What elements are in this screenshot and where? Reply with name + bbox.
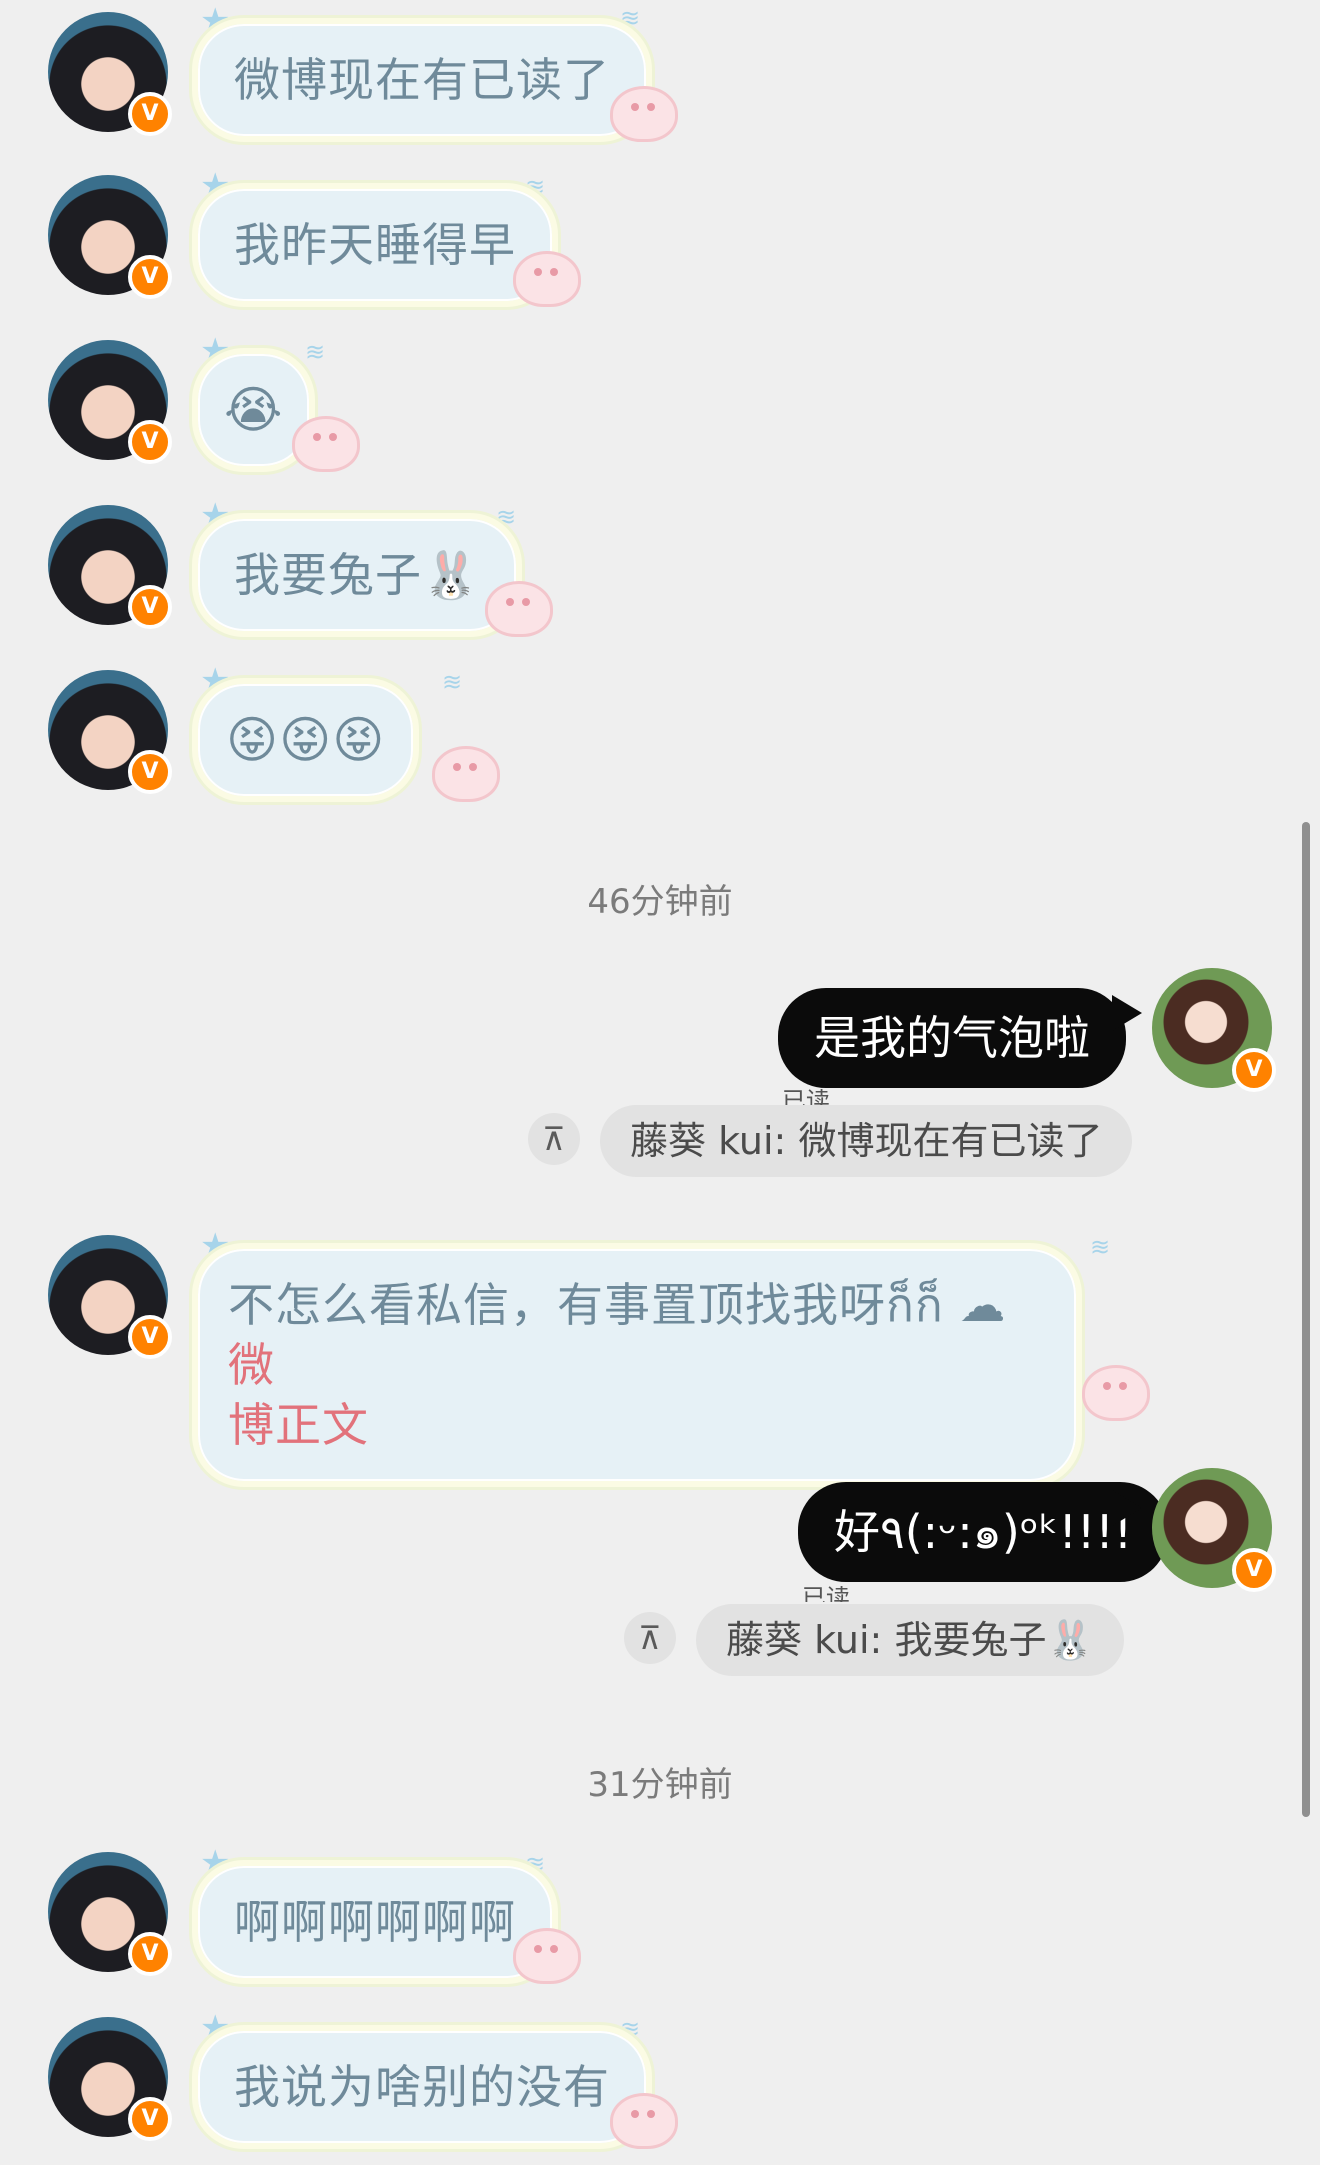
- contact-avatar[interactable]: V: [48, 1235, 172, 1359]
- bubble-tail: [1112, 1490, 1142, 1526]
- contact-avatar[interactable]: V: [48, 2017, 172, 2141]
- sparkle-decoration-icon: ≋: [305, 338, 326, 366]
- contact-avatar[interactable]: V: [48, 670, 172, 794]
- contact-avatar[interactable]: V: [48, 505, 172, 629]
- contact-avatar[interactable]: V: [48, 340, 172, 464]
- pig-decoration-icon: [610, 2093, 678, 2149]
- scrollbar-thumb[interactable]: [1302, 822, 1310, 1817]
- pig-decoration-icon: [513, 251, 581, 307]
- message-bubble[interactable]: 微博现在有已读了: [192, 18, 652, 142]
- read-status: 已读: [802, 1586, 850, 1602]
- verified-badge-icon: V: [1232, 1048, 1276, 1092]
- message-bubble[interactable]: 我昨天睡得早: [192, 183, 558, 307]
- message-bubble[interactable]: 啊啊啊啊啊啊: [192, 1860, 558, 1984]
- verified-badge-icon: V: [128, 585, 172, 629]
- message-text: 不怎么看私信，有事置顶找我呀ก็ก็ ☁: [228, 1278, 1007, 1332]
- timestamp-divider: 31分钟前: [587, 1765, 733, 1805]
- pig-decoration-icon: [292, 416, 360, 472]
- weibo-link[interactable]: 微: [228, 1338, 275, 1392]
- pin-icon[interactable]: ⊼: [624, 1612, 676, 1664]
- verified-badge-icon: V: [128, 92, 172, 136]
- verified-badge-icon: V: [128, 750, 172, 794]
- pig-decoration-icon: [1082, 1365, 1150, 1421]
- pig-decoration-icon: [513, 1928, 581, 1984]
- message-bubble[interactable]: 不怎么看私信，有事置顶找我呀ก็ก็ ☁ 微 博正文: [192, 1243, 1082, 1487]
- contact-avatar[interactable]: V: [48, 1852, 172, 1976]
- weibo-link[interactable]: 博正文: [228, 1398, 369, 1452]
- contact-avatar[interactable]: V: [48, 12, 172, 136]
- pig-decoration-icon: [485, 581, 553, 637]
- pig-decoration-icon: [610, 86, 678, 142]
- verified-badge-icon: V: [128, 1315, 172, 1359]
- message-bubble[interactable]: 我说为啥别的没有: [192, 2025, 652, 2149]
- bubble-tail: [1112, 995, 1142, 1031]
- verified-badge-icon: V: [128, 2097, 172, 2141]
- verified-badge-icon: V: [128, 1932, 172, 1976]
- verified-badge-icon: V: [128, 255, 172, 299]
- read-status: 已读: [782, 1089, 830, 1105]
- timestamp-divider: 46分钟前: [587, 882, 733, 922]
- quoted-reply[interactable]: 藤葵 kui: 我要兔子🐰: [696, 1604, 1124, 1676]
- quoted-reply[interactable]: 藤葵 kui: 微博现在有已读了: [600, 1105, 1133, 1177]
- message-bubble[interactable]: 😝😝😝: [192, 678, 420, 802]
- my-avatar[interactable]: V: [1152, 968, 1276, 1092]
- message-bubble-outgoing[interactable]: 是我的气泡啦: [778, 988, 1126, 1088]
- sparkle-decoration-icon: ≋: [1090, 1233, 1111, 1261]
- pin-icon[interactable]: ⊼: [528, 1113, 580, 1165]
- message-bubble[interactable]: 我要兔子🐰: [192, 513, 523, 637]
- verified-badge-icon: V: [128, 420, 172, 464]
- verified-badge-icon: V: [1232, 1548, 1276, 1592]
- contact-avatar[interactable]: V: [48, 175, 172, 299]
- sparkle-decoration-icon: ≋: [442, 668, 463, 696]
- my-avatar[interactable]: V: [1152, 1468, 1276, 1592]
- pig-decoration-icon: [432, 746, 500, 802]
